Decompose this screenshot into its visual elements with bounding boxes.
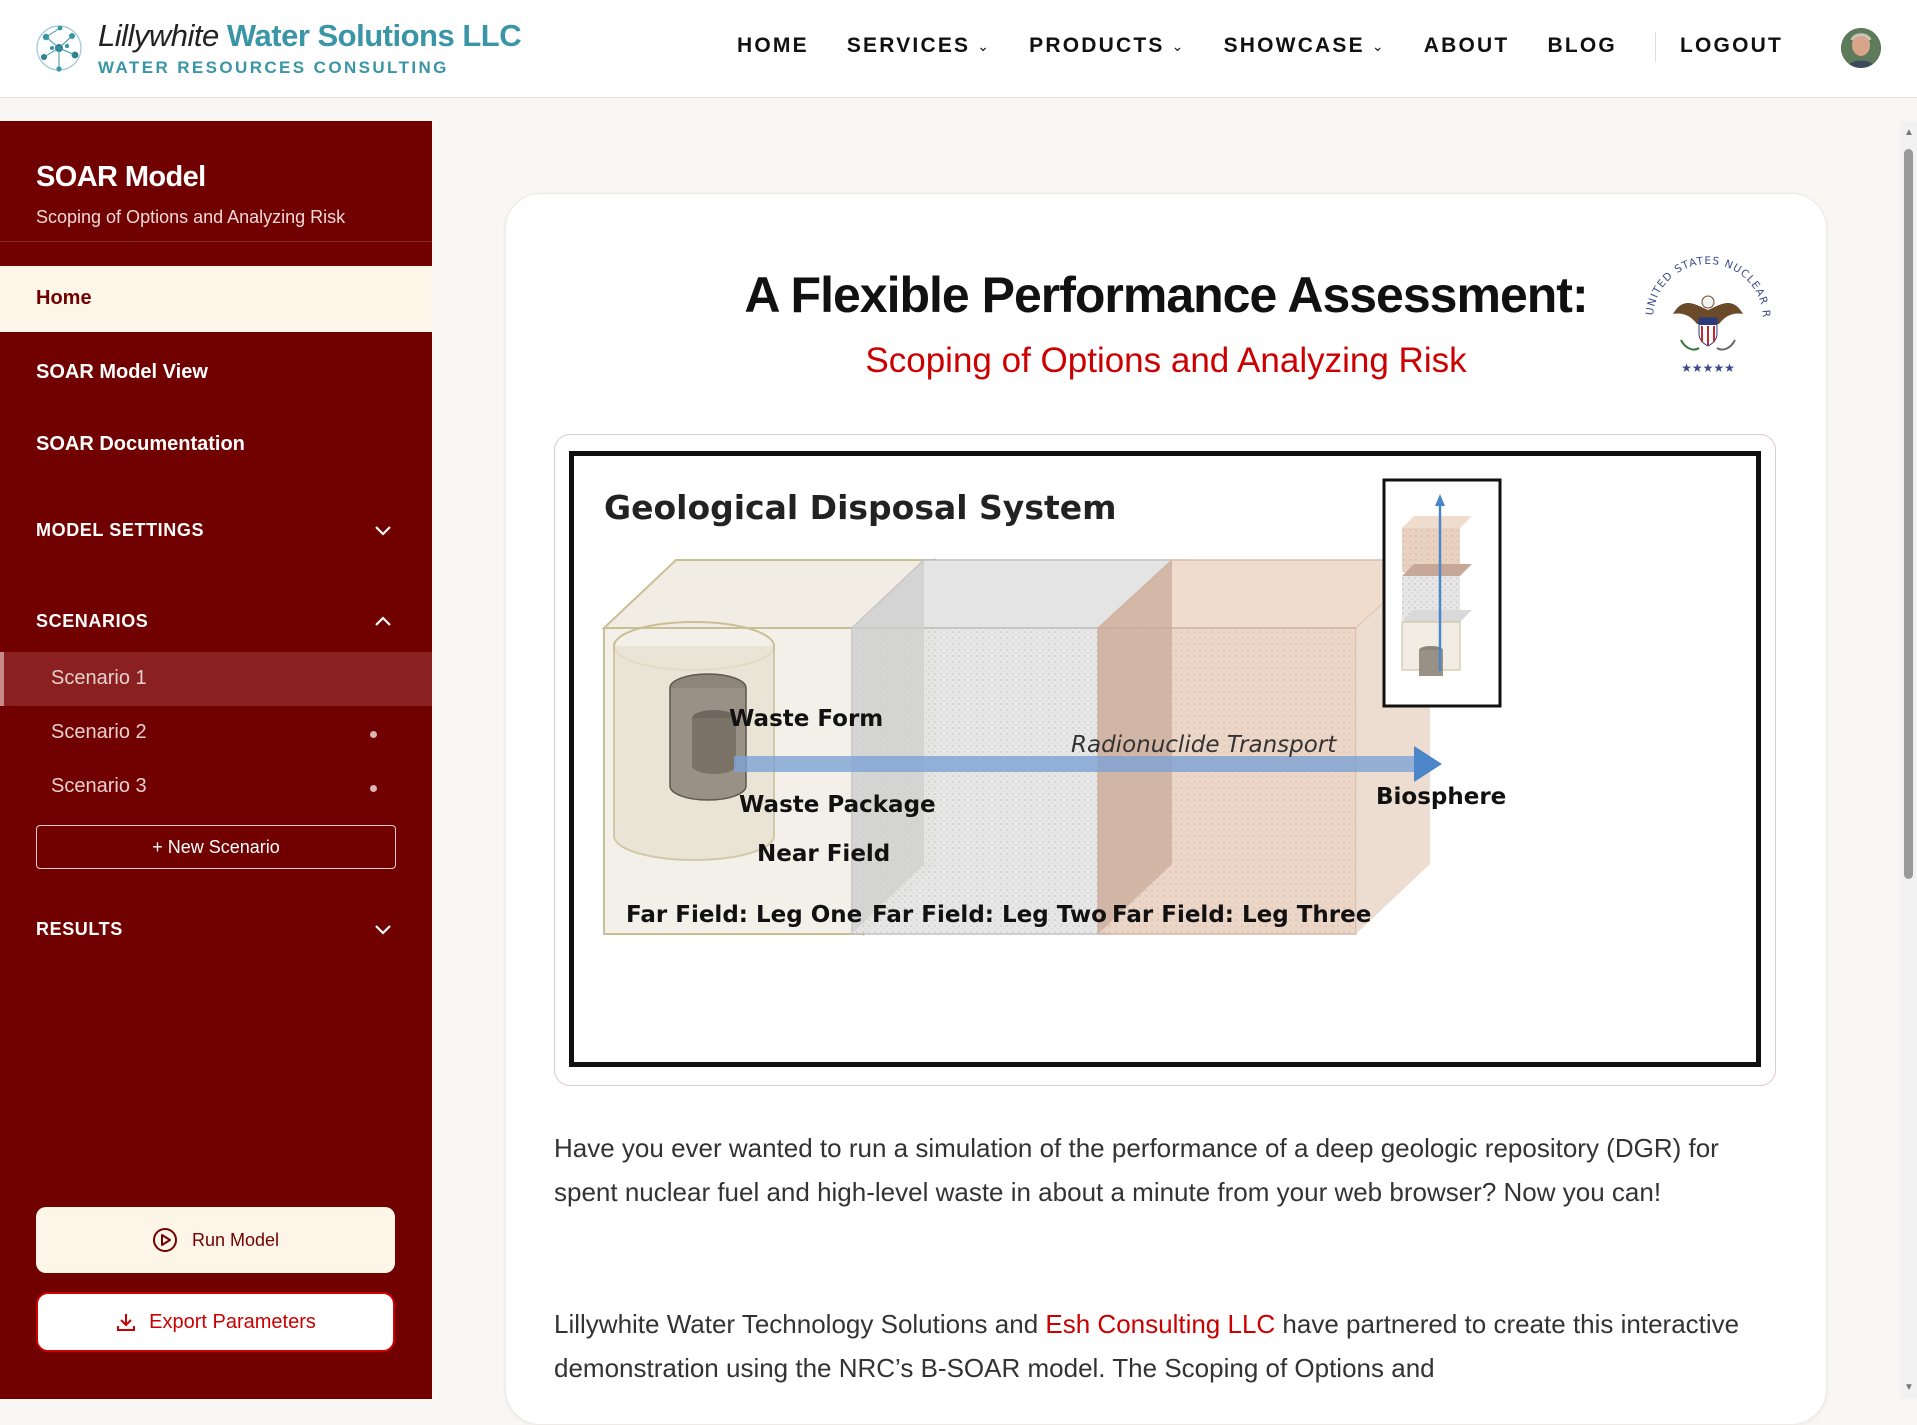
- scroll-up-arrow-icon[interactable]: ▲: [1904, 127, 1914, 138]
- scenario-1[interactable]: Scenario 1: [51, 667, 147, 690]
- download-icon: [117, 1314, 136, 1331]
- diagram-figure: Geological Disposal System Waste Form Wa…: [554, 434, 1776, 1086]
- intro-paragraph: Have you ever wanted to run a simulation…: [554, 1133, 1719, 1207]
- label-leg-one: Far Field: Leg One: [626, 902, 863, 928]
- nav-products[interactable]: PRODUCTS ⌄: [1029, 34, 1185, 58]
- play-circle-icon: [152, 1228, 177, 1252]
- partner-paragraph: Lillywhite Water Technology Solutions an…: [554, 1302, 1784, 1390]
- sidebar-item-home[interactable]: Home: [0, 266, 432, 332]
- brand-logo[interactable]: Lillywhite Water Solutions LLC WATER RES…: [34, 18, 522, 78]
- chevron-down-icon: ⌄: [1371, 37, 1386, 54]
- sidebar-item-soar-documentation[interactable]: SOAR Documentation: [36, 433, 245, 456]
- section-results[interactable]: RESULTS: [36, 919, 123, 940]
- nav-divider: [1655, 32, 1656, 62]
- label-biosphere: Biosphere: [1376, 784, 1507, 810]
- nav-home[interactable]: HOME: [737, 34, 809, 58]
- logout-link[interactable]: LOGOUT: [1680, 34, 1783, 58]
- scenario-2[interactable]: Scenario 2: [51, 721, 147, 744]
- chevron-down-icon: ⌄: [1171, 37, 1186, 54]
- user-photo-icon: [1841, 28, 1881, 68]
- partner-text-before: Lillywhite Water Technology Solutions an…: [554, 1309, 1046, 1339]
- brand-name-part1: Lillywhite: [98, 18, 219, 53]
- sidebar-subtitle: Scoping of Options and Analyzing Risk: [36, 207, 346, 227]
- nav-showcase-label: SHOWCASE: [1223, 34, 1365, 57]
- label-near-field: Near Field: [757, 841, 891, 867]
- section-scenarios[interactable]: SCENARIOS: [36, 611, 148, 632]
- molecule-logo-icon: [36, 25, 82, 72]
- label-leg-three: Far Field: Leg Three: [1112, 902, 1372, 928]
- scenario-3-dot-icon: [370, 785, 377, 792]
- brand-name-part2: Water Solutions LLC: [226, 18, 522, 53]
- nav-home-label: HOME: [737, 34, 809, 57]
- sidebar: SOAR Model Scoping of Options and Analyz…: [0, 121, 432, 1399]
- scenario-2-dot-icon: [370, 731, 377, 738]
- seal-stars-icon: ★★★★★: [1681, 361, 1735, 375]
- label-leg-two: Far Field: Leg Two: [872, 902, 1107, 928]
- chevron-down-icon[interactable]: [372, 919, 394, 941]
- nav-services-label: SERVICES: [846, 34, 971, 57]
- chevron-up-icon[interactable]: [372, 610, 394, 632]
- esh-consulting-link[interactable]: Esh Consulting LLC: [1045, 1309, 1275, 1339]
- sidebar-item-soar-model-view[interactable]: SOAR Model View: [36, 361, 208, 384]
- page-title: A Flexible Performance Assessment:: [744, 267, 1588, 323]
- nav-blog[interactable]: BLOG: [1547, 34, 1616, 58]
- export-parameters-label: Export Parameters: [149, 1310, 316, 1333]
- geological-disposal-diagram: Geological Disposal System Waste Form Wa…: [569, 451, 1761, 1067]
- chevron-down-icon: ⌄: [977, 37, 992, 54]
- nav-blog-label: BLOG: [1547, 34, 1617, 57]
- nav-showcase[interactable]: SHOWCASE ⌄: [1224, 34, 1386, 58]
- nrc-seal-icon: UNITED STATES NUCLEAR REGULATORY COMMISS…: [1633, 244, 1778, 389]
- sidebar-divider: [0, 241, 432, 242]
- nav-about[interactable]: ABOUT: [1424, 34, 1510, 58]
- brand-tagline: WATER RESOURCES CONSULTING: [98, 58, 449, 77]
- nav-products-label: PRODUCTS: [1029, 34, 1165, 57]
- main-content-card: A Flexible Performance Assessment: Scopi…: [505, 193, 1827, 1425]
- sidebar-title: SOAR Model: [36, 161, 206, 193]
- page-scrollbar[interactable]: ▲ ▼: [1900, 121, 1917, 1399]
- main-nav: HOME SERVICES ⌄ PRODUCTS ⌄ SHOWCASE ⌄ ABOUT…: [737, 34, 1655, 58]
- brand-name: Lillywhite Water Solutions LLC: [98, 18, 522, 54]
- top-navbar: Lillywhite Water Solutions LLC WATER RES…: [0, 0, 1917, 98]
- scenario-3[interactable]: Scenario 3: [51, 775, 147, 798]
- label-waste-form: Waste Form: [729, 706, 884, 732]
- section-model-settings[interactable]: MODEL SETTINGS: [36, 520, 204, 541]
- sidebar-item-home-label: Home: [36, 287, 92, 309]
- nav-services[interactable]: SERVICES ⌄: [847, 34, 991, 58]
- label-waste-package: Waste Package: [739, 792, 936, 818]
- user-avatar[interactable]: [1841, 28, 1881, 68]
- figure-title: Geological Disposal System: [604, 488, 1117, 527]
- export-parameters-button[interactable]: Export Parameters: [36, 1292, 395, 1352]
- label-radionuclide-transport: Radionuclide Transport: [1071, 732, 1337, 758]
- run-model-label: Run Model: [191, 1229, 280, 1250]
- disposal-system-illustration: [601, 478, 1502, 937]
- nav-about-label: ABOUT: [1423, 34, 1510, 57]
- run-model-button[interactable]: Run Model: [36, 1207, 395, 1273]
- page-subtitle: Scoping of Options and Analyzing Risk: [865, 341, 1467, 380]
- scroll-down-arrow-icon[interactable]: ▼: [1904, 1382, 1914, 1393]
- new-scenario-button[interactable]: + New Scenario: [36, 825, 396, 869]
- chevron-down-icon[interactable]: [372, 520, 394, 542]
- scrollbar-thumb[interactable]: [1904, 149, 1913, 879]
